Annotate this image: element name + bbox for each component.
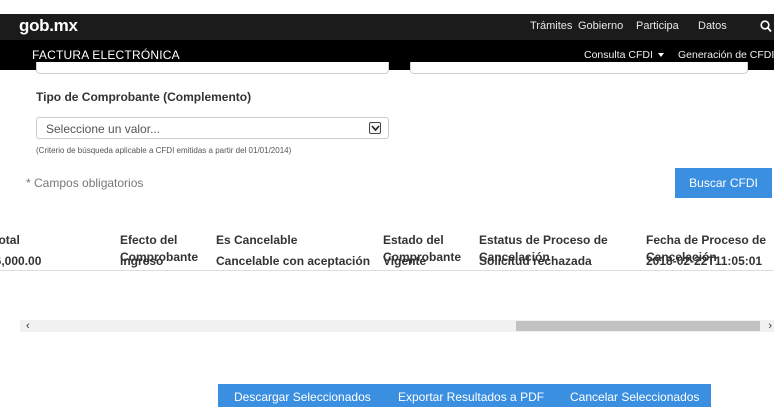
cell-efecto: Ingreso <box>120 254 164 268</box>
nav-generacion-cfdi[interactable]: Generación de CFDI <box>678 49 774 61</box>
col-header-label: Efecto del <box>120 233 178 247</box>
input-field-left[interactable] <box>36 62 389 74</box>
required-fields-note: * Campos obligatorios <box>26 176 144 190</box>
results-table: Total Efecto delComprobante Es Cancelabl… <box>0 222 774 312</box>
col-header-label: Es Cancelable <box>216 233 298 247</box>
top-navbar: gob.mx Trámites Gobierno Participa Datos <box>0 14 774 40</box>
cell-fecha: 2018-02-22T11:05:01 <box>646 254 763 268</box>
bulk-actions-bar: Descargar Seleccionados Exportar Resulta… <box>218 384 711 407</box>
tipo-comprobante-select[interactable]: Seleccione un valor... <box>36 117 389 139</box>
col-header-total[interactable]: Total <box>0 232 20 249</box>
col-header-label: Total <box>0 233 20 247</box>
chevron-down-icon[interactable] <box>369 122 381 134</box>
search-icon[interactable] <box>760 18 772 34</box>
gobmx-logo[interactable]: gob.mx <box>19 16 78 36</box>
cancelar-seleccionados-button[interactable]: Cancelar Seleccionados <box>570 390 699 404</box>
section-title: FACTURA ELECTRÓNICA <box>32 48 180 62</box>
nav-consulta-cfdi[interactable]: Consulta CFDI <box>584 49 664 61</box>
scroll-right-arrow-icon[interactable]: › <box>768 320 772 332</box>
header-divider <box>0 270 774 271</box>
criterio-note: (Criterio de búsqueda aplicable a CFDI e… <box>36 146 292 155</box>
scroll-left-arrow-icon[interactable]: ‹ <box>26 320 30 332</box>
nav-datos[interactable]: Datos <box>698 20 727 32</box>
nav-consulta-label: Consulta CFDI <box>584 49 653 61</box>
scrollbar-thumb[interactable] <box>516 321 760 331</box>
nav-gobierno[interactable]: Gobierno <box>578 20 623 32</box>
cell-cancelable: Cancelable con aceptación <box>216 254 371 268</box>
col-header-cancelable[interactable]: Es Cancelable <box>216 232 297 249</box>
buscar-cfdi-button[interactable]: Buscar CFDI <box>675 168 772 198</box>
exportar-pdf-button[interactable]: Exportar Resultados a PDF <box>398 390 544 404</box>
nav-tramites[interactable]: Trámites <box>530 20 572 32</box>
col-header-label: Estado del <box>383 233 444 247</box>
descargar-seleccionados-button[interactable]: Descargar Seleccionados <box>234 390 371 404</box>
nav-participa[interactable]: Participa <box>636 20 679 32</box>
input-field-right[interactable] <box>410 62 748 74</box>
cell-total: $6,000.00 <box>0 254 42 268</box>
caret-down-icon <box>657 53 664 58</box>
select-placeholder: Seleccione un valor... <box>46 122 161 136</box>
col-header-label: Estatus de Proceso de <box>479 233 608 247</box>
tipo-comprobante-label: Tipo de Comprobante (Complemento) <box>36 90 252 104</box>
col-header-label: Fecha de Proceso de <box>646 233 767 247</box>
cell-estado: Vigente <box>383 254 427 268</box>
horizontal-scrollbar[interactable]: ‹ › <box>20 320 774 332</box>
cell-estatus: Solicitud rechazada <box>479 254 592 268</box>
